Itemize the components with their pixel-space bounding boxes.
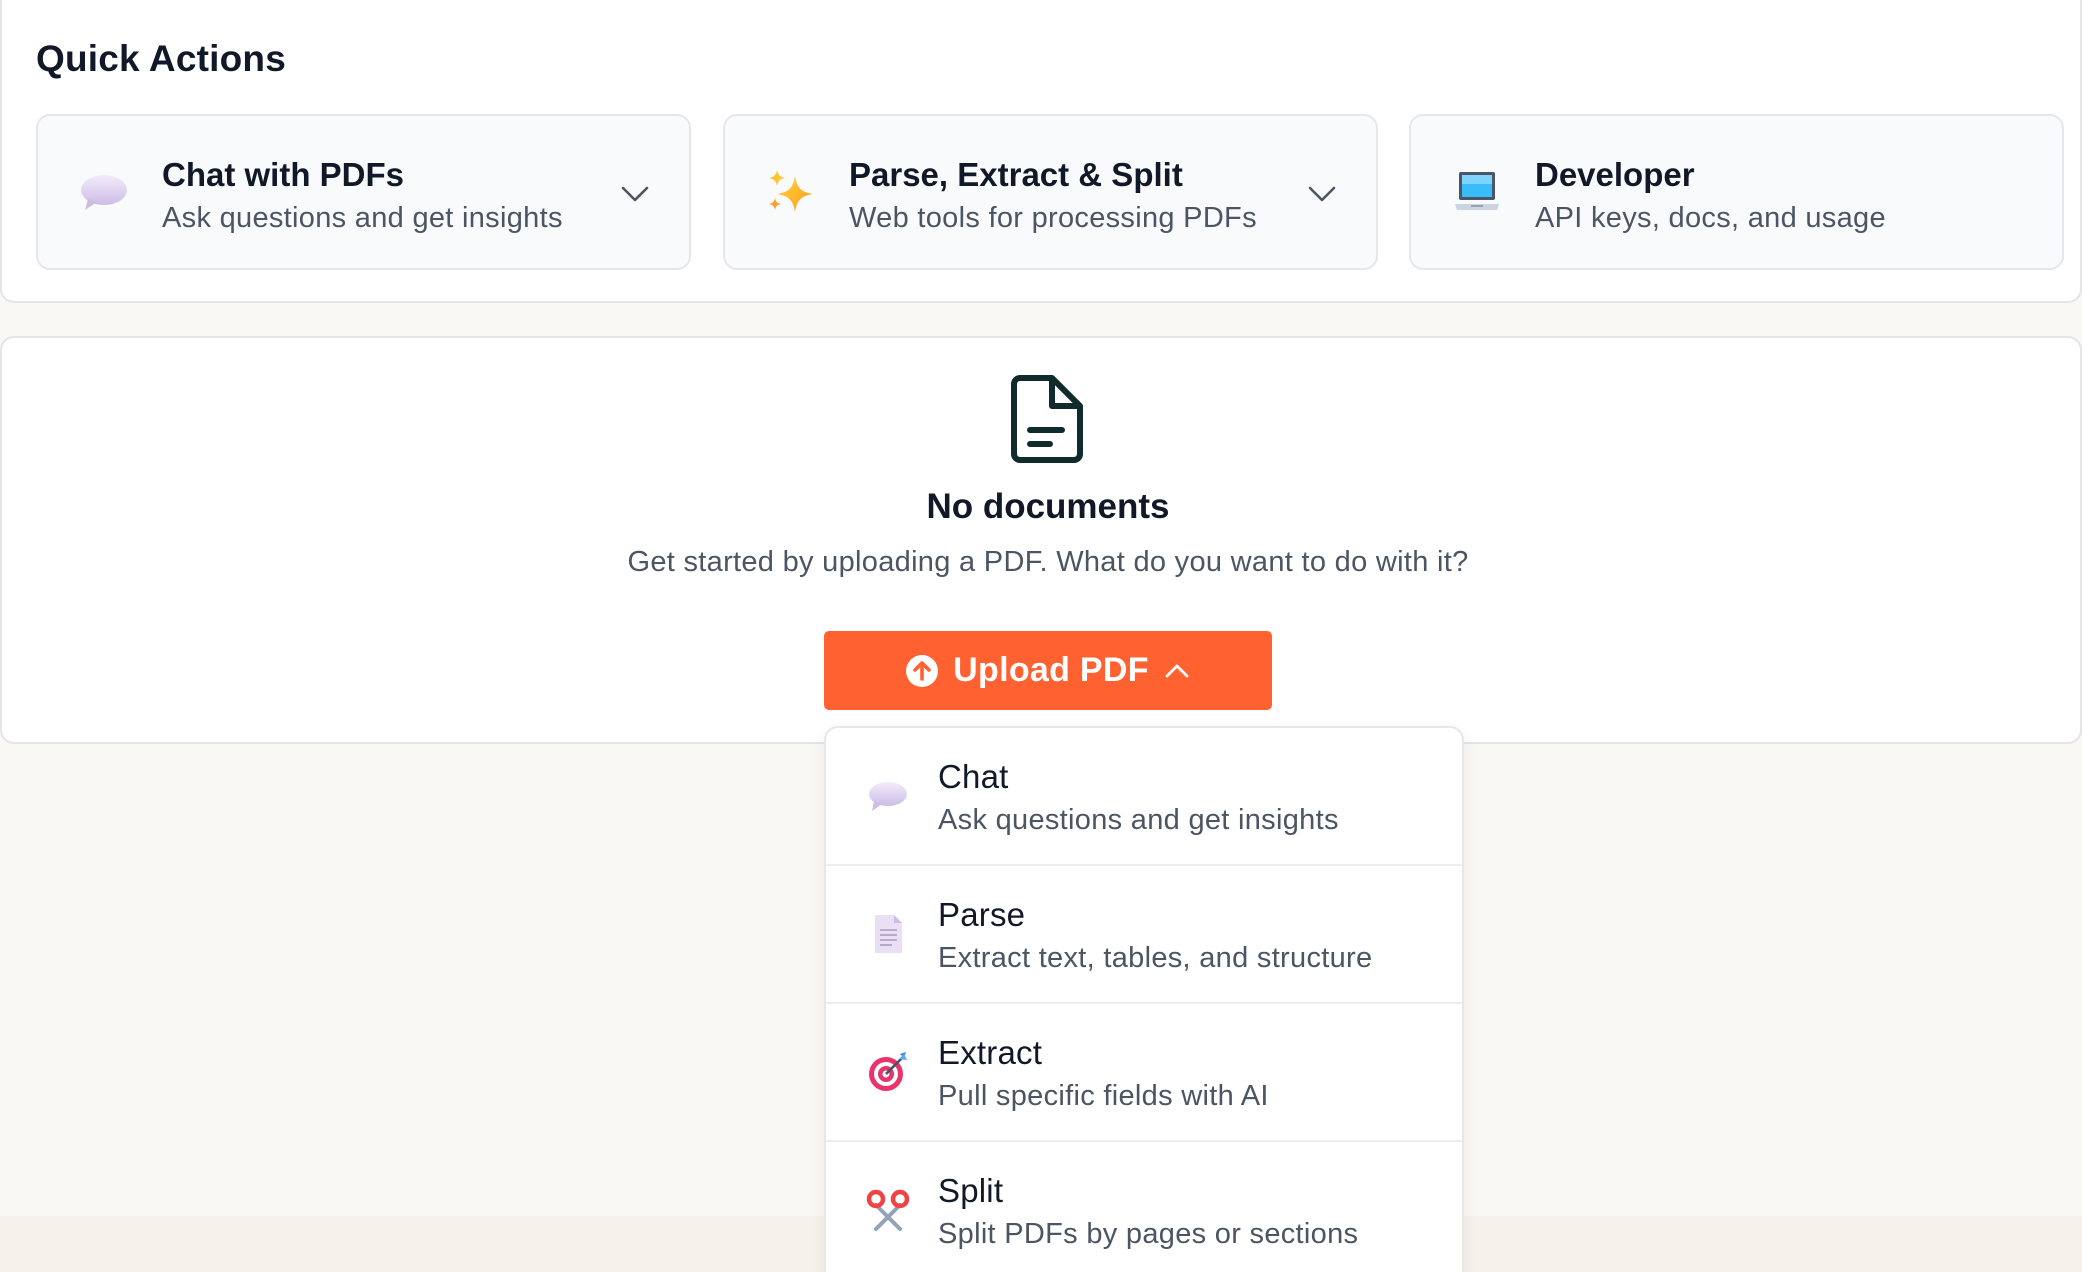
empty-state-title: No documents <box>926 487 1170 526</box>
menu-item-subtitle: Pull specific fields with AI <box>938 1080 1269 1112</box>
menu-item-chat[interactable]: Chat Ask questions and get insights <box>826 728 1462 866</box>
upload-pdf-label: Upload PDF <box>953 651 1149 689</box>
menu-item-subtitle: Extract text, tables, and structure <box>938 942 1373 974</box>
card-subtitle: API keys, docs, and usage <box>1535 202 1886 234</box>
card-title: Parse, Extract & Split <box>849 156 1183 193</box>
quick-action-chat-with-pdfs[interactable]: Chat with PDFs Ask questions and get ins… <box>36 114 691 270</box>
quick-action-parse-extract-split[interactable]: Parse, Extract & Split Web tools for pro… <box>723 114 1378 270</box>
quick-actions-panel: Quick Actions Chat with PDFs Ask questio… <box>0 0 2082 303</box>
menu-item-split[interactable]: Split Split PDFs by pages or sections <box>826 1142 1462 1272</box>
sparkles-icon <box>769 170 813 212</box>
menu-item-subtitle: Split PDFs by pages or sections <box>938 1218 1359 1250</box>
upload-pdf-button[interactable]: Upload PDF <box>824 631 1272 710</box>
card-subtitle: Web tools for processing PDFs <box>849 202 1257 234</box>
menu-item-title: Chat <box>938 758 1009 795</box>
card-subtitle: Ask questions and get insights <box>162 202 563 234</box>
upload-arrow-icon <box>906 654 939 687</box>
document-icon <box>1011 375 1083 463</box>
scissors-icon <box>866 1189 910 1231</box>
upload-options-menu: Chat Ask questions and get insights Pars… <box>824 726 1464 1272</box>
chevron-down-icon[interactable] <box>619 178 651 210</box>
menu-item-title: Extract <box>938 1034 1043 1071</box>
chevron-up-icon <box>1165 664 1189 677</box>
menu-item-subtitle: Ask questions and get insights <box>938 804 1339 836</box>
empty-state-subtitle: Get started by uploading a PDF. What do … <box>627 546 1469 578</box>
target-icon <box>869 1052 907 1091</box>
speech-bubble-icon <box>869 782 907 811</box>
card-title: Developer <box>1535 156 1695 193</box>
menu-item-extract[interactable]: Extract Pull specific fields with AI <box>826 1004 1462 1142</box>
laptop-icon <box>1455 172 1499 210</box>
quick-actions-title: Quick Actions <box>36 38 287 79</box>
menu-item-parse[interactable]: Parse Extract text, tables, and structur… <box>826 866 1462 1004</box>
page-icon <box>875 915 902 953</box>
chevron-down-icon[interactable] <box>1306 178 1338 210</box>
card-title: Chat with PDFs <box>162 156 405 193</box>
quick-action-developer[interactable]: Developer API keys, docs, and usage <box>1409 114 2064 270</box>
menu-item-title: Split <box>938 1172 1004 1209</box>
menu-item-title: Parse <box>938 896 1026 933</box>
page: Quick Actions Chat with PDFs Ask questio… <box>0 0 2082 1272</box>
speech-bubble-icon <box>81 175 127 210</box>
